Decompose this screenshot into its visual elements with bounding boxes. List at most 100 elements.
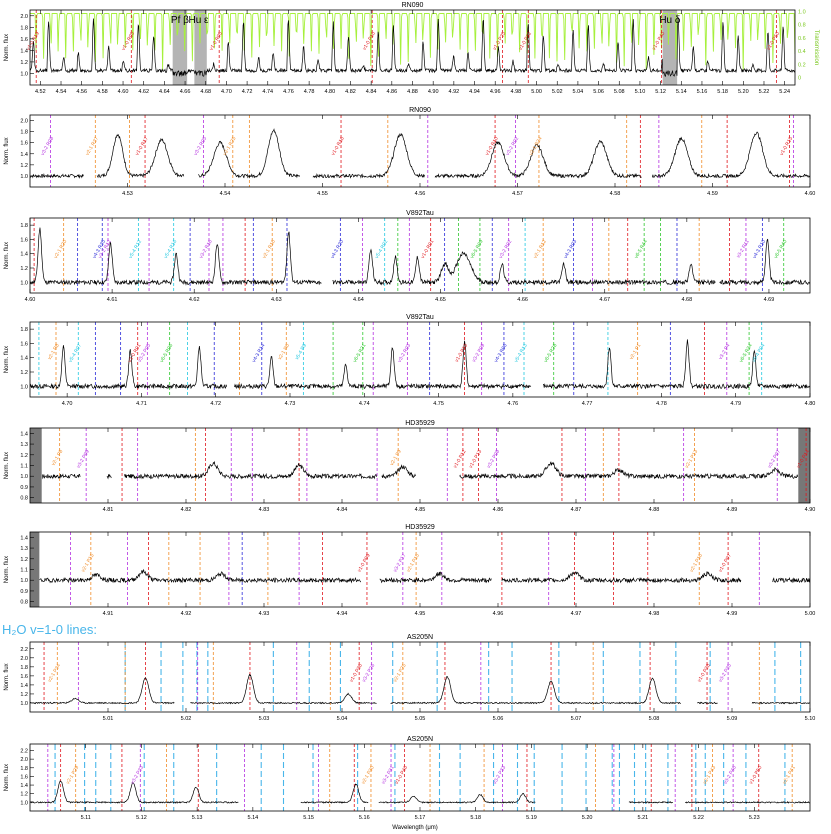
panel-3: V892Tauv2-1 R20 v4-3 R25v3-2 R12 v5-4 R12 v… bbox=[4, 210, 811, 303]
panel-7: AS205Nv2-1 P24 v1-0 P26v3-2 P26 v2-1 P25 v1… bbox=[4, 634, 815, 722]
line-label: v2-1 R6 bbox=[277, 343, 291, 361]
line-label: v4-3 R03 bbox=[563, 239, 578, 260]
x-tick-label: 5.24 bbox=[779, 89, 790, 95]
line-label: v3-2 P09 bbox=[76, 449, 91, 470]
x-tick-label: 5.10 bbox=[805, 716, 816, 722]
line-label: v2-1 P9 bbox=[389, 449, 403, 467]
x-tick-label: 4.77 bbox=[582, 401, 593, 407]
line-label: v6-5 R44 bbox=[634, 239, 649, 260]
x-tick-label: 4.84 bbox=[366, 89, 377, 95]
right-tick-label: 1.0 bbox=[798, 10, 806, 16]
y-tick-label: 1.2 bbox=[20, 266, 28, 272]
y-tick-label: 0.8 bbox=[20, 600, 28, 606]
x-tick-label: 4.52 bbox=[35, 89, 46, 95]
x-tick-label: 4.72 bbox=[210, 401, 221, 407]
x-tick-label: 5.18 bbox=[717, 89, 728, 95]
y-tick-label: 1.0 bbox=[20, 800, 28, 806]
line-label: v3-2 P33 bbox=[492, 765, 507, 786]
line-label: v6-5 R06 bbox=[159, 343, 174, 364]
x-tick-label: 5.01 bbox=[103, 716, 114, 722]
panel-title: HD35929 bbox=[405, 420, 435, 427]
x-tick-label: 4.99 bbox=[727, 611, 738, 617]
line-label: v1-0 R05 bbox=[121, 31, 136, 52]
x-tick-label: 4.80 bbox=[324, 89, 335, 95]
x-tick-label: 5.20 bbox=[738, 89, 749, 95]
x-tick-label: 5.14 bbox=[676, 89, 687, 95]
x-tick-label: 4.63 bbox=[271, 297, 282, 303]
line-label: v1-0 R16 bbox=[330, 136, 345, 157]
line-label: v3-2 P46 bbox=[723, 765, 738, 786]
y-tick-label: 1.0 bbox=[20, 384, 28, 390]
y-tick-label: 1.2 bbox=[20, 60, 28, 66]
line-label: v1-0 R10 bbox=[484, 136, 499, 157]
x-tick-label: 4.83 bbox=[259, 507, 270, 513]
y-tick-label: 2.2 bbox=[20, 748, 28, 754]
line-label: v5-4 R9 bbox=[294, 343, 308, 361]
line-label: v5-4 R16 bbox=[163, 239, 178, 260]
line-label: v1-0 P07 bbox=[718, 553, 733, 574]
panel-2: RN090 v3-2 R08 v2-1 R27 v1-0 R17 v3-2 R05 v2-… bbox=[4, 107, 815, 197]
hi-line-label: Hu ε bbox=[188, 15, 209, 26]
y-tick-label: 1.2 bbox=[20, 163, 28, 169]
x-tick-label: 5.22 bbox=[759, 89, 770, 95]
line-label: v5-4 R02 bbox=[374, 239, 389, 260]
line-label: v6-5 R31 bbox=[352, 343, 367, 364]
y-tick-label: 1.0 bbox=[20, 701, 28, 707]
x-tick-label: 4.98 bbox=[511, 89, 522, 95]
y-axis-label: Norm. flux bbox=[4, 137, 10, 164]
y-tick-label: 1.4 bbox=[20, 683, 28, 689]
x-tick-label: 5.00 bbox=[805, 611, 816, 617]
y-tick-label: 1.4 bbox=[20, 535, 28, 541]
x-tick-label: 5.08 bbox=[649, 716, 660, 722]
x-tick-label: 5.18 bbox=[470, 815, 481, 821]
panel-8: AS205Nv2-1 P29 v3-2 P23 v2-1 P30 v3-2 P31v1… bbox=[4, 736, 811, 821]
line-label: v2-1 R27 bbox=[85, 136, 100, 157]
x-tick-label: 4.88 bbox=[407, 89, 418, 95]
y-tick-label: 1.8 bbox=[20, 766, 28, 772]
x-tick-label: 5.12 bbox=[655, 89, 666, 95]
x-tick-label: 5.04 bbox=[573, 89, 584, 95]
line-label: v2-1 R8 bbox=[47, 343, 61, 361]
y-tick-label: 0.8 bbox=[20, 496, 28, 502]
x-tick-label: 5.23 bbox=[749, 815, 760, 821]
x-tick-label: 4.75 bbox=[433, 401, 444, 407]
x-tick-label: 4.91 bbox=[103, 611, 114, 617]
line-label: v1-0 R17 bbox=[134, 136, 149, 157]
x-tick-label: 4.55 bbox=[317, 191, 328, 197]
x-tick-label: 5.06 bbox=[493, 716, 504, 722]
y-tick-label: 1.6 bbox=[20, 237, 28, 243]
panel-6: HD35929v2-1 P15 v1-0 P09 v3-2 P17v2-1 P15 v… bbox=[4, 524, 815, 617]
x-tick-label: 5.16 bbox=[697, 89, 708, 95]
line-label: v4-3 R10 bbox=[752, 239, 767, 260]
y-tick-label: 1.8 bbox=[20, 665, 28, 671]
x-tick-label: 5.10 bbox=[635, 89, 646, 95]
line-label: v2-1 P24 bbox=[47, 663, 62, 684]
line-label: v2-1 P41 bbox=[782, 765, 797, 786]
panel-title: V892Tau bbox=[406, 210, 434, 217]
line-label: v2-1 P8 bbox=[51, 449, 65, 467]
x-tick-label: 4.56 bbox=[415, 191, 426, 197]
x-tick-label: 4.92 bbox=[181, 611, 192, 617]
x-tick-label: 4.74 bbox=[359, 401, 370, 407]
x-tick-label: 4.76 bbox=[283, 89, 294, 95]
line-label: v3-2 P4 bbox=[718, 343, 732, 361]
line-label: v4-3 R06 bbox=[493, 343, 508, 364]
line-label: v6-5 R09 bbox=[469, 239, 484, 260]
x-tick-label: 5.17 bbox=[415, 815, 426, 821]
line-label: v4-3 R20 bbox=[330, 239, 345, 260]
x-tick-label: 4.57 bbox=[512, 191, 523, 197]
x-tick-label: 4.72 bbox=[242, 89, 253, 95]
line-label: v2-1 P13 bbox=[684, 449, 699, 470]
line-label: v5-4 R12 bbox=[128, 239, 143, 260]
line-label: v2-1 R12 bbox=[533, 239, 548, 260]
line-label: v3-2 P23 bbox=[130, 765, 145, 786]
line-label: v2-1 R20 bbox=[53, 239, 68, 260]
y-tick-label: 1.8 bbox=[20, 130, 28, 136]
y-tick-label: 1.2 bbox=[20, 557, 28, 563]
x-tick-label: 4.84 bbox=[337, 507, 348, 513]
hi-line-label: Hu δ bbox=[659, 15, 681, 26]
y-tick-label: 1.1 bbox=[20, 568, 28, 574]
x-tick-label: 5.22 bbox=[693, 815, 704, 821]
x-tick-label: 4.82 bbox=[181, 507, 192, 513]
line-label: v1-0 P50 bbox=[748, 765, 763, 786]
